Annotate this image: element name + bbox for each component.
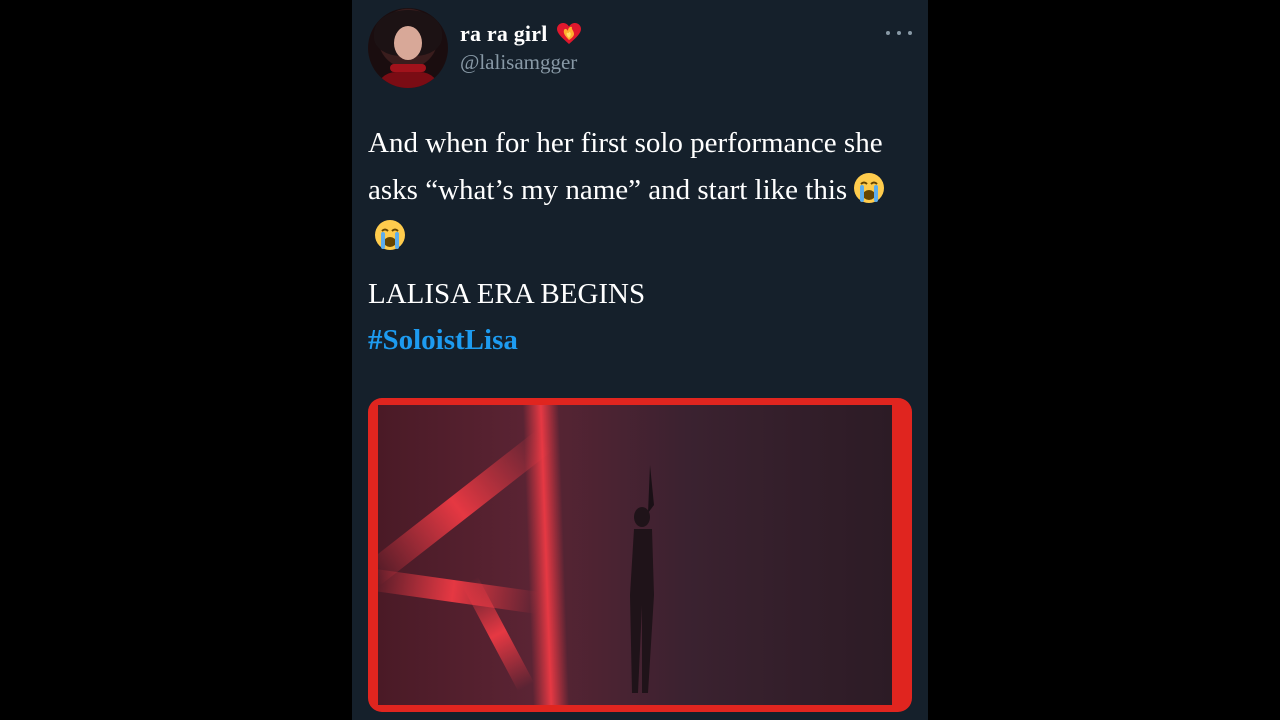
tweet-tagline: LALISA ERA BEGINS bbox=[368, 278, 646, 310]
performer-silhouette bbox=[624, 465, 664, 695]
more-dot bbox=[886, 31, 890, 35]
tweet-body-text: And when for her first solo performance … bbox=[368, 127, 883, 206]
author-name-row: ra ra girl bbox=[460, 19, 582, 49]
author-handle[interactable]: @lalisamgger bbox=[460, 50, 577, 75]
stage-light-beam bbox=[378, 568, 539, 614]
crying-face-icon bbox=[853, 172, 885, 204]
avatar-choker bbox=[390, 64, 426, 72]
avatar-top bbox=[376, 72, 440, 88]
crying-face-icon bbox=[374, 219, 406, 251]
video-frame: ra ra girl @lalisamgger And when for her… bbox=[0, 0, 1280, 720]
avatar[interactable] bbox=[368, 8, 448, 88]
more-dot bbox=[897, 31, 901, 35]
more-options-icon[interactable] bbox=[886, 22, 912, 44]
more-dot bbox=[908, 31, 912, 35]
display-name[interactable]: ra ra girl bbox=[460, 21, 548, 47]
hashtag-link[interactable]: #SoloistLisa bbox=[368, 324, 518, 357]
media-frame bbox=[378, 405, 892, 705]
avatar-face bbox=[394, 26, 422, 60]
tweet-text: And when for her first solo performance … bbox=[368, 120, 908, 261]
heart-on-fire-icon bbox=[556, 22, 582, 46]
tweet-media-video[interactable] bbox=[368, 398, 912, 712]
